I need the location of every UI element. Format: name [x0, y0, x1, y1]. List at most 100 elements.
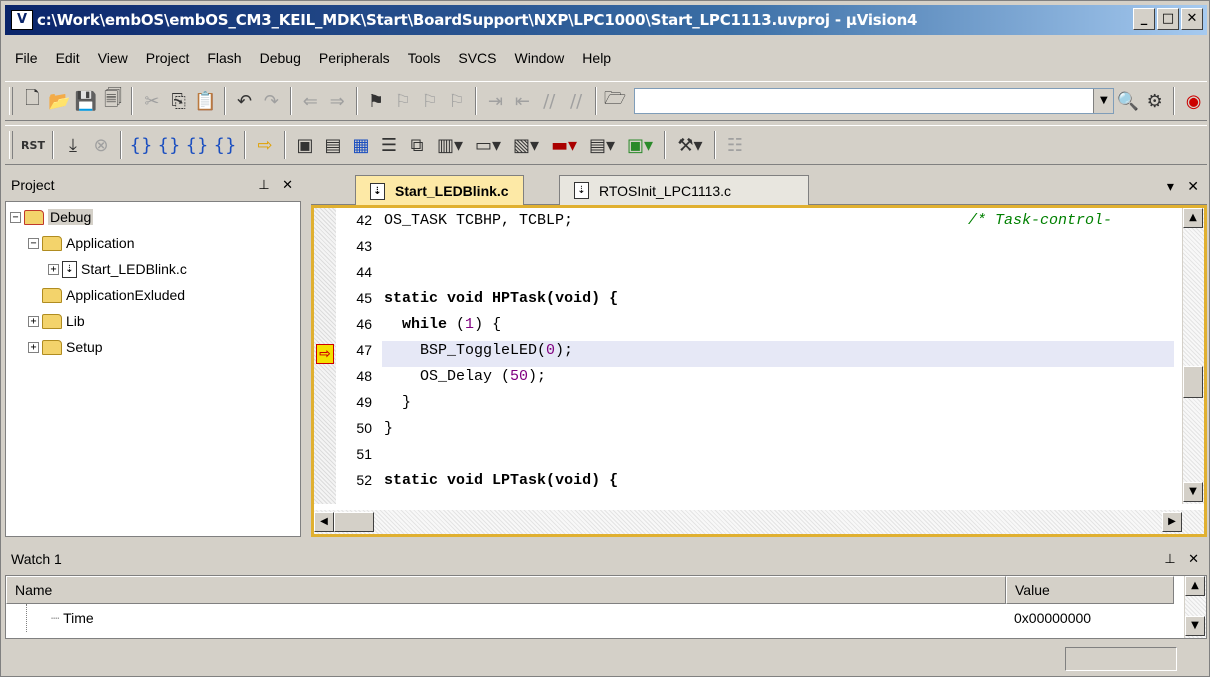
tree-item-setup[interactable]: + Setup: [6, 334, 300, 360]
close-button[interactable]: ✕: [1181, 8, 1203, 30]
close-icon[interactable]: ✕: [282, 178, 293, 193]
find-combo[interactable]: ▼: [634, 88, 1115, 114]
scroll-thumb[interactable]: [1183, 366, 1203, 398]
find-icon[interactable]: 🔍: [1114, 87, 1141, 115]
watch-window-icon[interactable]: ▥▾: [431, 131, 469, 159]
menu-view[interactable]: View: [98, 50, 128, 66]
horizontal-scrollbar[interactable]: ◀ ▶: [314, 510, 1204, 534]
cut-icon[interactable]: ✂: [138, 87, 165, 115]
step-into-icon[interactable]: {}: [127, 131, 155, 159]
bookmark-next-icon[interactable]: ⚐: [416, 87, 443, 115]
uvision-app-icon[interactable]: V: [11, 10, 33, 30]
code-editor[interactable]: 42 43 44 45 46 47 48 49 50 51 52 ⇨ OS_TA…: [311, 205, 1207, 537]
menu-svcs[interactable]: SVCS: [458, 50, 496, 66]
pin-icon[interactable]: ⊥: [1164, 552, 1175, 567]
maximize-button[interactable]: □: [1157, 8, 1179, 30]
scroll-thumb[interactable]: [334, 512, 374, 532]
copy-icon[interactable]: ⎘: [165, 87, 192, 115]
save-all-icon[interactable]: 🗐: [100, 87, 127, 115]
bookmark-icon[interactable]: ⚑: [363, 87, 390, 115]
menu-file[interactable]: File: [15, 50, 38, 66]
tab-list-icon[interactable]: ▾: [1167, 179, 1174, 195]
scroll-left-icon[interactable]: ◀: [314, 512, 334, 532]
symbols-window-icon[interactable]: ▦: [347, 131, 375, 159]
open-folder-icon[interactable]: 📂: [46, 87, 73, 115]
title-bar[interactable]: V c:\Work\embOS\embOS_CM3_KEIL_MDK\Start…: [5, 5, 1207, 35]
menu-edit[interactable]: Edit: [56, 50, 80, 66]
trace-window-icon[interactable]: ▤▾: [583, 131, 621, 159]
find-in-files-icon[interactable]: 🗁: [602, 87, 629, 115]
memory-window-icon[interactable]: ▭▾: [469, 131, 507, 159]
tree-item-application[interactable]: − Application: [6, 230, 300, 256]
menu-debug[interactable]: Debug: [260, 50, 301, 66]
scroll-right-icon[interactable]: ▶: [1162, 512, 1182, 532]
scroll-down-icon[interactable]: ▼: [1183, 482, 1203, 502]
save-icon[interactable]: 💾: [73, 87, 100, 115]
scroll-up-icon[interactable]: ▲: [1183, 208, 1203, 228]
tree-item-debug[interactable]: − Debug: [6, 204, 300, 230]
comment-icon[interactable]: //: [536, 87, 563, 115]
watch-row-name[interactable]: ┈ Time: [26, 604, 1006, 632]
menu-flash[interactable]: Flash: [207, 50, 241, 66]
close-icon[interactable]: ✕: [1188, 552, 1199, 567]
analysis-window-icon[interactable]: ▬▾: [545, 131, 583, 159]
unindent-icon[interactable]: ⇤: [509, 87, 536, 115]
undo-icon[interactable]: ↶: [231, 87, 258, 115]
indent-icon[interactable]: ⇥: [482, 87, 509, 115]
debug-session-icon[interactable]: ⚙: [1141, 87, 1168, 115]
menu-help[interactable]: Help: [582, 50, 611, 66]
disassembly-window-icon[interactable]: ▤: [319, 131, 347, 159]
step-over-icon[interactable]: {}: [155, 131, 183, 159]
scroll-down-icon[interactable]: ▼: [1185, 616, 1205, 636]
editor-gutter[interactable]: 42 43 44 45 46 47 48 49 50 51 52 ⇨: [314, 208, 382, 504]
scroll-up-icon[interactable]: ▲: [1185, 576, 1205, 596]
expand-icon[interactable]: +: [28, 315, 39, 327]
collapse-icon[interactable]: −: [28, 237, 39, 249]
expand-icon[interactable]: +: [48, 263, 59, 275]
bookmark-clear-icon[interactable]: ⚐: [443, 87, 470, 115]
menu-window[interactable]: Window: [515, 50, 565, 66]
column-header-value[interactable]: Value: [1006, 576, 1174, 604]
navigate-forward-icon[interactable]: ⇒: [324, 87, 351, 115]
run-to-cursor-icon[interactable]: {}: [211, 131, 239, 159]
toolbox-icon[interactable]: ⚒▾: [671, 131, 709, 159]
close-icon[interactable]: ✕: [1187, 179, 1199, 195]
chevron-down-icon[interactable]: ▼: [1093, 89, 1114, 113]
toolbar-grip[interactable]: [9, 87, 13, 115]
show-next-statement-icon[interactable]: ⇨: [251, 131, 279, 159]
run-icon[interactable]: ⤓: [59, 131, 87, 159]
pin-icon[interactable]: ⊥: [258, 178, 269, 193]
menu-project[interactable]: Project: [146, 50, 190, 66]
step-out-icon[interactable]: {}: [183, 131, 211, 159]
uncomment-icon[interactable]: //: [563, 87, 590, 115]
redo-icon[interactable]: ↷: [258, 87, 285, 115]
toolbar-grip[interactable]: [9, 131, 13, 159]
system-viewer-icon[interactable]: ▣▾: [621, 131, 659, 159]
registers-window-icon[interactable]: ☰: [375, 131, 403, 159]
bookmark-prev-icon[interactable]: ⚐: [389, 87, 416, 115]
paste-icon[interactable]: 📋: [192, 87, 219, 115]
menu-tools[interactable]: Tools: [408, 50, 441, 66]
watch-scrollbar[interactable]: ▲ ▼: [1184, 576, 1206, 638]
tab-rtosinit[interactable]: ⇣ RTOSInit_LPC1113.c: [559, 175, 809, 205]
navigate-back-icon[interactable]: ⇐: [297, 87, 324, 115]
vertical-scrollbar[interactable]: ▲ ▼: [1182, 208, 1204, 504]
minimize-button[interactable]: _: [1133, 8, 1155, 30]
insight-icon[interactable]: ◉: [1180, 87, 1207, 115]
collapse-icon[interactable]: −: [10, 211, 21, 223]
column-header-name[interactable]: Name: [6, 576, 1006, 604]
tree-item-start-ledblink[interactable]: + ⇣ Start_LEDBlink.c: [6, 256, 300, 282]
menu-peripherals[interactable]: Peripherals: [319, 50, 390, 66]
call-stack-icon[interactable]: ⧉: [403, 131, 431, 159]
settings-icon[interactable]: ☷: [721, 131, 749, 159]
tab-start-ledblink[interactable]: ⇣ Start_LEDBlink.c: [355, 175, 524, 206]
serial-window-icon[interactable]: ▧▾: [507, 131, 545, 159]
watch-value-cell[interactable]: 0x00000000: [1014, 604, 1174, 632]
new-file-icon[interactable]: 🗋: [19, 87, 46, 115]
command-window-icon[interactable]: ▣: [291, 131, 319, 159]
tree-item-lib[interactable]: + Lib: [6, 308, 300, 334]
stop-icon[interactable]: ⊗: [87, 131, 115, 159]
expand-icon[interactable]: +: [28, 341, 39, 353]
reset-icon[interactable]: RST: [19, 131, 47, 159]
tree-item-application-excluded[interactable]: ApplicationExluded: [6, 282, 300, 308]
